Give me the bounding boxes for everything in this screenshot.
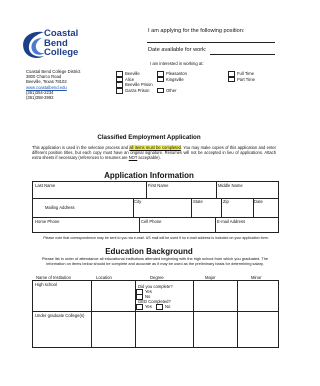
state-field[interactable]: State [193,199,203,204]
education-note: Please list in order of attendance all e… [41,256,269,266]
email-field[interactable]: E-mail Address [217,219,245,224]
middle-name-field[interactable]: Middle Name [218,183,243,188]
checkbox[interactable] [157,76,164,83]
date-available-label: Date available for work: [148,47,207,53]
location-col-1: Beeville Alice Beeville Prison Garza Pri… [116,71,153,94]
applying-label: I am applying for the following position… [148,28,245,34]
high-school-label: High school [35,282,57,287]
first-name-field[interactable]: First Name [148,183,168,188]
fax-number: (361)358-3992 [26,95,54,101]
interested-label: I am interested in working at: [150,61,204,66]
address-block: Coastal Bend College District 3800 Charc… [26,69,106,100]
location-col-2: Pleasanton Kingsville Other [157,71,187,94]
cell-phone-field[interactable]: Cell Phone [141,219,162,224]
undergraduate-label: Under graduate College(s) [35,313,85,318]
application-information-title: Application Information [104,171,194,180]
city-field[interactable]: City [134,199,141,204]
checkbox[interactable] [136,304,143,310]
correspondence-note: Please note that correspondence may be s… [43,236,269,240]
classified-title: Classified Employment Application [97,134,201,141]
logo-line-3: College [44,47,79,58]
ged-no-option[interactable]: No [156,304,170,310]
ged-yes-option[interactable]: Yes [136,304,152,310]
checkbox[interactable] [157,87,164,94]
checkbox[interactable] [116,88,123,94]
type-part-time[interactable]: Part Time [228,77,255,83]
position-input[interactable] [147,42,275,43]
college-logo: Coastal Bend College [18,28,98,62]
location-other[interactable]: Other [157,88,187,94]
date-field[interactable]: Date [254,199,263,204]
zip-field[interactable]: Zip [223,199,229,204]
home-phone-field[interactable]: Home Phone [35,219,59,224]
application-page: Coastal Bend College I am applying for t… [0,0,298,386]
employment-type: Full Time Part Time [228,71,255,83]
checkbox[interactable] [228,76,235,83]
location-garza-prison[interactable]: Garza Prison [116,88,153,94]
date-available-input[interactable] [210,54,275,55]
classified-paragraph: This application is used in the selectio… [32,145,276,161]
location-kingsville[interactable]: Kingsville [157,77,187,83]
education-background-title: Education Background [105,247,193,256]
mailing-address-field[interactable]: Mailing Address [45,205,75,210]
last-name-field[interactable]: Last Name [35,183,55,188]
checkbox[interactable] [156,304,163,310]
